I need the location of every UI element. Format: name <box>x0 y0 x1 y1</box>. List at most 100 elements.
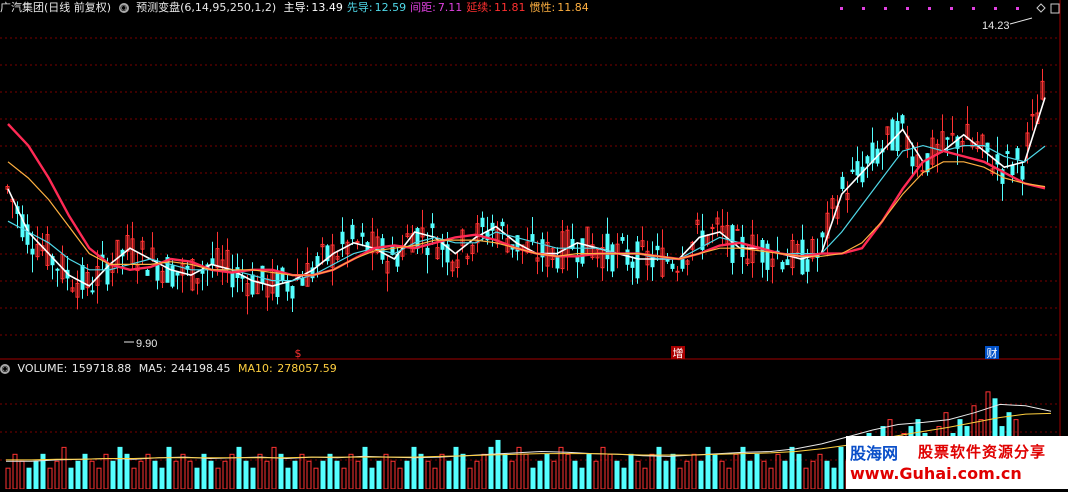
volume-bar <box>628 453 634 490</box>
volume-bar <box>236 446 242 490</box>
indicator-name[interactable]: 预测变盘(6,14,95,250,1,2) <box>136 1 276 14</box>
volume-bar <box>712 453 718 490</box>
signal-dot <box>972 7 975 10</box>
indicator-label-2: 间距: <box>410 1 436 14</box>
signal-dot <box>840 7 843 10</box>
volume-bar <box>208 460 214 490</box>
volume-bar <box>285 467 291 490</box>
series-line-1 <box>7 144 1046 282</box>
candle-body <box>665 259 670 262</box>
candle-body <box>530 234 535 242</box>
volume-value: 159718.88 <box>71 362 132 375</box>
volume-toggle-icon[interactable]: ◉ <box>0 364 10 374</box>
candle-body <box>805 259 810 272</box>
volume-bar <box>495 439 501 490</box>
volume-bar <box>726 467 732 490</box>
volume-bar <box>516 446 522 490</box>
kline-chart: 14.23 9.90 $ 增 财 <box>0 0 1061 490</box>
candle-body <box>890 119 895 151</box>
candle-body <box>55 268 60 271</box>
volume-bar <box>474 460 480 490</box>
candle-body <box>80 265 85 290</box>
candle-body <box>155 262 160 281</box>
volume-bar <box>502 453 508 490</box>
ma10-label: MA10: <box>238 362 273 375</box>
volume-bar <box>152 460 158 490</box>
volume-bar <box>96 467 102 490</box>
volume-bar <box>418 453 424 490</box>
candle-body <box>30 248 35 255</box>
watermark-url: www.Guhai.com.cn <box>850 464 1022 483</box>
volume-bar <box>187 460 193 490</box>
volume-bar <box>5 467 11 490</box>
candle-body <box>1015 148 1020 160</box>
restore-icon <box>1050 3 1060 14</box>
candle-body <box>655 245 660 251</box>
volume-bar <box>26 467 32 490</box>
candle-body <box>350 224 355 240</box>
volume-bar <box>467 467 473 490</box>
volume-bar <box>684 460 690 490</box>
volume-bar <box>355 460 361 490</box>
indicator-value-3: 11.81 <box>494 1 526 14</box>
signal-dot <box>906 7 909 10</box>
volume-bar <box>432 467 438 490</box>
candle-body <box>850 169 855 172</box>
volume-bar <box>54 460 60 490</box>
indicator-values: 主导: 13.49 先导: 12.59 间距: 7.11 延续: 11.81 惯性: 11.84 <box>284 1 593 14</box>
volume-bar <box>201 453 207 490</box>
volume-title: VOLUME: <box>17 362 68 375</box>
volume-bar <box>460 453 466 490</box>
volume-bar <box>313 467 319 490</box>
volume-bar <box>243 460 249 490</box>
volume-bar <box>117 446 123 490</box>
volume-bar <box>586 453 592 490</box>
volume-bar <box>579 467 585 490</box>
expand-icon <box>1036 3 1046 13</box>
series-line-3 <box>7 161 1046 276</box>
candle-body <box>430 223 435 229</box>
volume-bar <box>453 446 459 490</box>
candle-body <box>920 169 925 172</box>
candle-body <box>785 259 790 266</box>
volume-bar <box>250 467 256 490</box>
indicator-value-4: 11.84 <box>557 1 589 14</box>
candle-body <box>620 237 625 241</box>
candle-body <box>740 236 745 258</box>
candle-body <box>610 244 615 272</box>
indicator-label-3: 延续: <box>466 1 493 14</box>
volume-bar <box>537 460 543 490</box>
volume-bar <box>194 467 200 490</box>
price-high-label: 14.23 <box>982 20 1010 32</box>
chart-stage: 14.23 9.90 $ 增 财 广汽集团(日线 前复权) ◉ 预测变盘(6,14,95… <box>0 0 1068 490</box>
candle-body <box>170 265 175 287</box>
candle-body <box>635 241 640 279</box>
volume-bar <box>390 460 396 490</box>
candle-body <box>425 247 430 256</box>
volume-bar <box>61 446 67 490</box>
price-high-pointer <box>1009 17 1033 25</box>
candle-body <box>290 286 295 299</box>
candle-body <box>580 238 585 264</box>
volume-bar <box>782 460 788 490</box>
price-low-label: 9.90 <box>136 338 157 350</box>
indicator-toggle-icon[interactable]: ◉ <box>118 3 129 13</box>
volume-bar <box>306 460 312 490</box>
candle-body <box>90 290 95 293</box>
indicator-label-0: 主导: <box>283 1 310 14</box>
candle-body <box>200 270 205 274</box>
volume-bar <box>572 460 578 490</box>
volume-bar <box>334 460 340 490</box>
volume-bar <box>754 453 760 490</box>
signal-dot <box>928 7 931 10</box>
volume-bar <box>110 460 116 490</box>
candle-body <box>710 227 715 230</box>
volume-bar <box>642 467 648 490</box>
signal-dot <box>884 7 887 10</box>
volume-bar <box>341 467 347 490</box>
candle-body <box>945 137 950 140</box>
volume-bar <box>33 460 39 490</box>
volume-bar <box>621 467 627 490</box>
indicator-value-1: 12.59 <box>374 1 407 14</box>
volume-bar <box>824 460 830 490</box>
